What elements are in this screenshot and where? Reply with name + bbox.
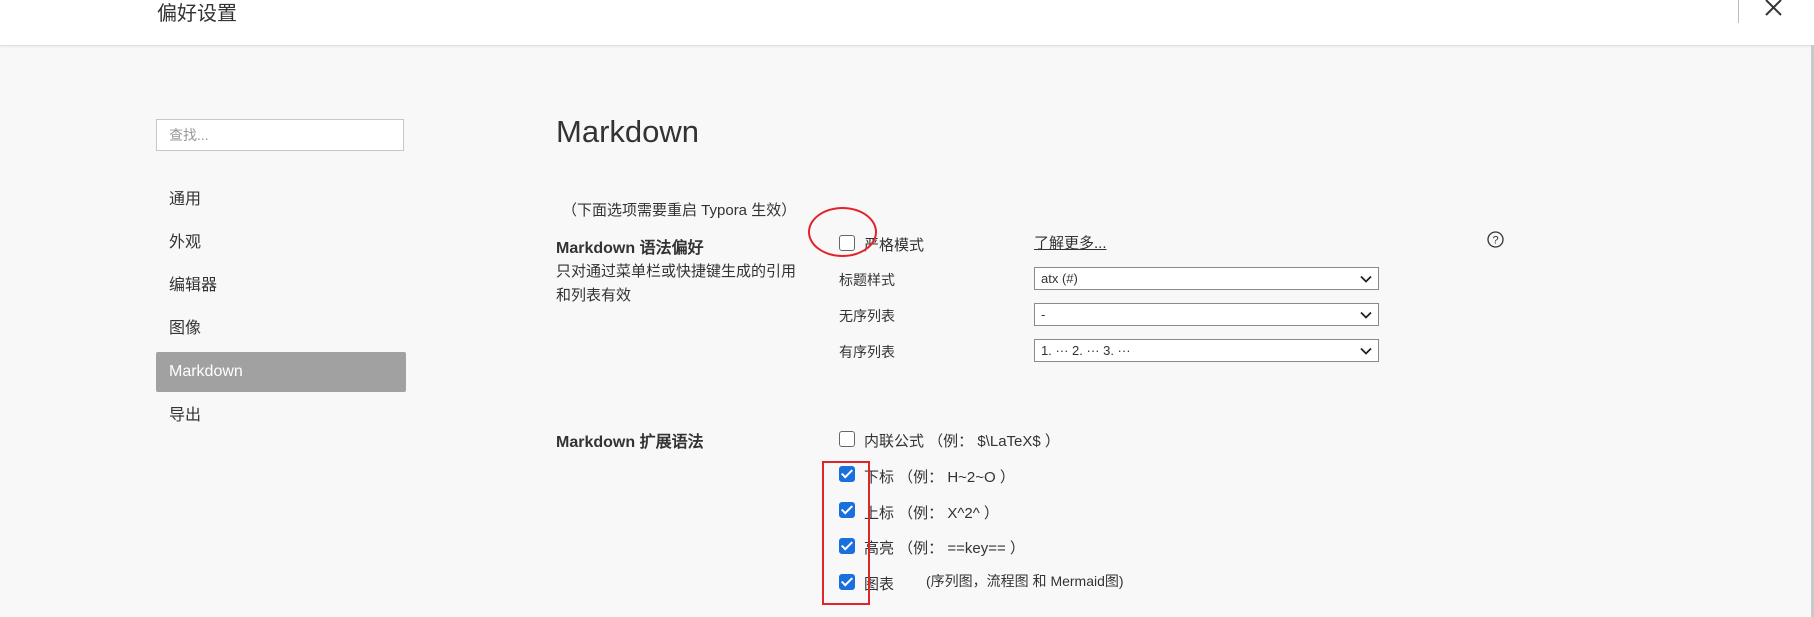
unordered-list-label: 无序列表 <box>839 308 895 324</box>
sidebar-item-general[interactable]: 通用 <box>156 178 406 221</box>
inline-math-label: 内联公式 （例： $\LaTeX$ ） <box>864 433 1060 450</box>
syntax-pref-title: Markdown 语法偏好 <box>556 240 704 257</box>
diagrams-checkbox[interactable] <box>839 574 855 590</box>
sidebar-item-export[interactable]: 导出 <box>156 394 406 437</box>
chevron-down-icon <box>1360 275 1372 283</box>
highlight-checkbox[interactable] <box>839 538 855 554</box>
inline-math-checkbox[interactable] <box>839 431 855 447</box>
chevron-down-icon <box>1360 347 1372 355</box>
strict-mode-label: 严格模式 <box>864 237 925 254</box>
header-divider <box>1738 0 1739 23</box>
window-title: 偏好设置 <box>157 3 237 25</box>
ordered-list-value: 1. ··· 2. ··· 3. ··· <box>1041 343 1131 358</box>
close-icon[interactable] <box>1757 0 1789 26</box>
sidebar-item-image[interactable]: 图像 <box>156 307 406 350</box>
sidebar-item-editor[interactable]: 编辑器 <box>156 264 406 307</box>
window-header: 偏好设置 <box>0 0 1814 46</box>
page-title: Markdown <box>556 114 699 149</box>
unordered-list-select[interactable]: - <box>1034 303 1379 326</box>
svg-text:?: ? <box>1492 235 1498 247</box>
heading-style-value: atx (#) <box>1041 271 1078 286</box>
subscript-label: 下标 （例： H~2~O ） <box>864 469 1015 486</box>
help-icon[interactable]: ? <box>1487 231 1504 248</box>
superscript-checkbox[interactable] <box>839 502 855 518</box>
chevron-down-icon <box>1360 311 1372 319</box>
learn-more-link[interactable]: 了解更多... <box>1034 232 1107 253</box>
highlight-label: 高亮 （例： ==key== ） <box>864 540 1025 557</box>
restart-note: （下面选项需要重启 Typora 生效） <box>562 202 797 219</box>
sidebar-item-markdown[interactable]: Markdown <box>156 352 406 392</box>
preferences-window: 偏好设置 通用 外观 编辑器 图像 Markdown 导出 Markdown （… <box>0 0 1814 617</box>
ordered-list-select[interactable]: 1. ··· 2. ··· 3. ··· <box>1034 339 1379 362</box>
sidebar-item-appearance[interactable]: 外观 <box>156 221 406 264</box>
heading-style-select[interactable]: atx (#) <box>1034 267 1379 290</box>
extended-syntax-title: Markdown 扩展语法 <box>556 434 704 451</box>
search-input[interactable] <box>156 119 404 151</box>
subscript-checkbox[interactable] <box>839 466 855 482</box>
heading-style-label: 标题样式 <box>839 272 895 288</box>
diagrams-label: 图表 <box>864 576 895 593</box>
superscript-label: 上标 （例： X^2^ ） <box>864 505 999 522</box>
strict-mode-checkbox[interactable] <box>839 235 855 251</box>
ordered-list-label: 有序列表 <box>839 344 895 360</box>
diagrams-note: (序列图，流程图 和 Mermaid图) <box>926 573 1124 589</box>
unordered-list-value: - <box>1041 307 1046 322</box>
syntax-pref-description: 只对通过菜单栏或快捷键生成的引用和列表有效 <box>556 263 797 304</box>
sidebar-nav: 通用 外观 编辑器 图像 Markdown 导出 <box>156 178 406 437</box>
